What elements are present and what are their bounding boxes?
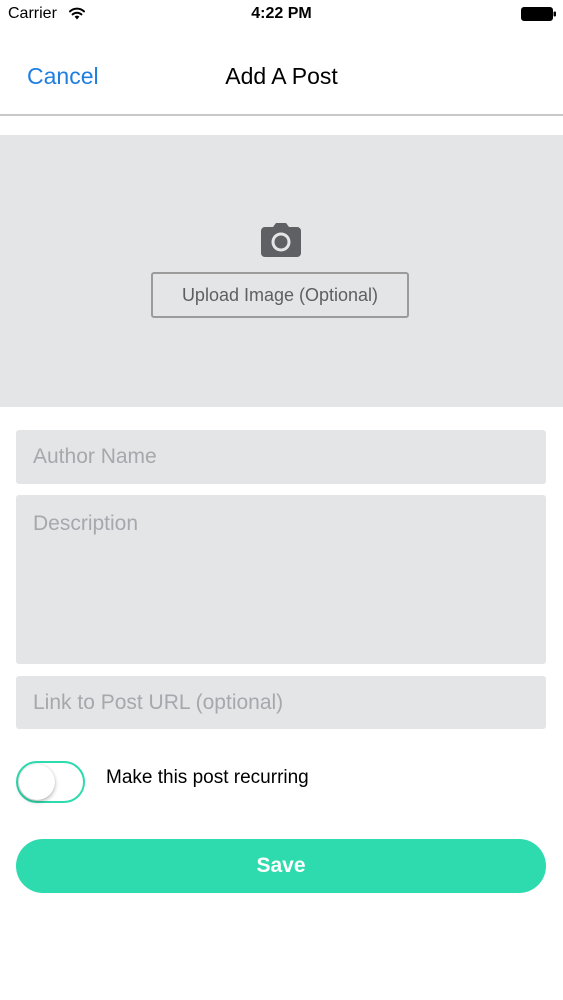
author-name-field[interactable] — [16, 430, 546, 484]
upload-image-button[interactable]: Upload Image (Optional) — [151, 272, 409, 318]
description-field[interactable] — [16, 495, 546, 664]
status-time: 4:22 PM — [251, 5, 312, 22]
image-upload-area[interactable]: Upload Image (Optional) — [0, 135, 563, 407]
status-bar: Carrier 4:22 PM — [0, 0, 563, 30]
nav-bar: Add A Post Cancel — [0, 30, 563, 116]
post-url-field[interactable] — [16, 676, 546, 729]
camera-icon — [261, 223, 301, 257]
recurring-toggle[interactable] — [16, 761, 85, 803]
save-button[interactable]: Save — [16, 839, 546, 893]
battery-icon — [521, 7, 556, 21]
recurring-label: Make this post recurring — [106, 767, 309, 788]
toggle-knob — [19, 764, 55, 800]
cancel-button[interactable]: Cancel — [27, 63, 99, 90]
